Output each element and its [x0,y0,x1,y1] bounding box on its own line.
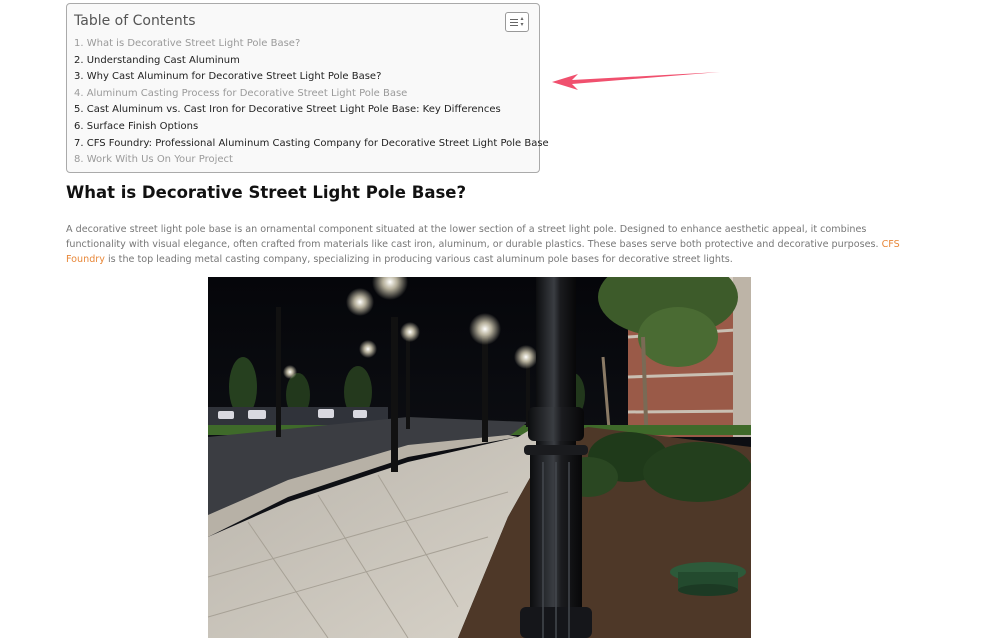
toc-item-4[interactable]: 4. Aluminum Casting Process for Decorati… [74,86,539,103]
toc-item-8[interactable]: 8. Work With Us On Your Project [74,152,539,169]
street-light-pole-photo [208,277,751,638]
toc-item-6[interactable]: 6. Surface Finish Options [74,119,539,136]
toc-list: 1. What is Decorative Street Light Pole … [74,36,549,169]
toc-title: Table of Contents [74,13,196,29]
intro-paragraph: A decorative street light pole base is a… [66,222,926,267]
toc-item-1[interactable]: 1. What is Decorative Street Light Pole … [74,36,539,53]
list-toggle-icon [510,18,519,26]
toc-item-2[interactable]: 2. Understanding Cast Aluminum [74,53,539,70]
para-text-after: is the top leading metal casting company… [104,254,733,265]
toc-item-3[interactable]: 3. Why Cast Aluminum for Decorative Stre… [74,69,539,86]
toc-item-5[interactable]: 5. Cast Aluminum vs. Cast Iron for Decor… [74,102,539,119]
section-heading: What is Decorative Street Light Pole Bas… [66,183,467,202]
toc-item-7[interactable]: 7. CFS Foundry: Professional Aluminum Ca… [74,136,549,153]
red-arrow-icon [552,72,720,90]
toc-toggle-button[interactable]: ▴ ▾ [505,12,529,32]
para-text-before: A decorative street light pole base is a… [66,224,882,250]
table-of-contents: Table of Contents ▴ ▾ 1. What is Decorati… [66,3,549,173]
chevron-updown-icon: ▴ ▾ [520,15,524,28]
